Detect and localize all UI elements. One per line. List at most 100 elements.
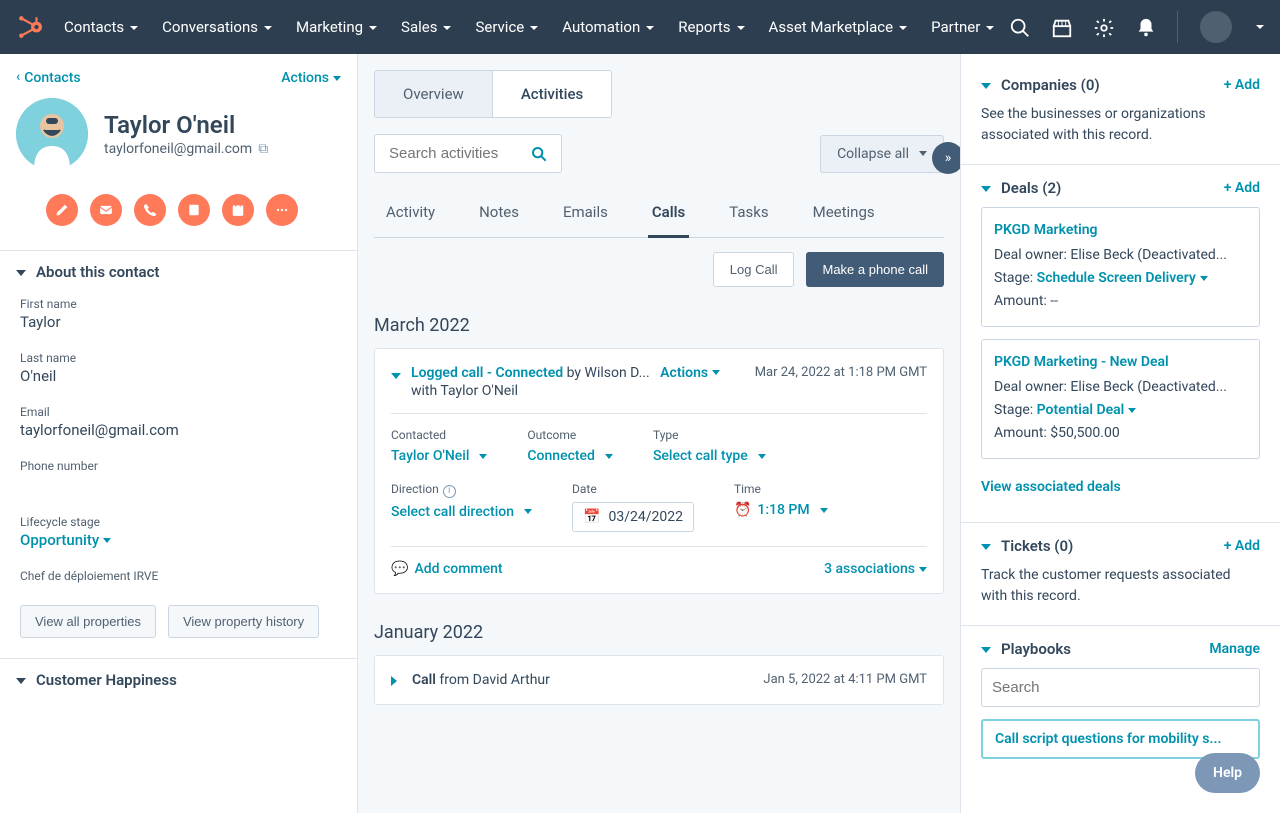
caret-down-icon <box>981 544 991 555</box>
outcome-value[interactable]: Connected <box>527 448 613 464</box>
user-avatar[interactable] <box>1200 11 1232 43</box>
nav-service[interactable]: Service <box>475 18 538 36</box>
sub-tab-activity[interactable]: Activity <box>382 193 439 237</box>
hubspot-logo-icon[interactable] <box>16 13 44 41</box>
activity-sub-tabs: Activity Notes Emails Calls Tasks Meetin… <box>374 193 944 238</box>
companies-add[interactable]: + Add <box>1224 77 1260 93</box>
search-icon[interactable] <box>1009 17 1029 37</box>
deal-card[interactable]: PKGD Marketing Deal owner: Elise Beck (D… <box>981 207 1260 327</box>
task-button[interactable] <box>222 194 254 226</box>
note-button[interactable] <box>46 194 78 226</box>
log-call-button[interactable]: Log Call <box>713 252 795 287</box>
nav-marketing[interactable]: Marketing <box>296 18 377 36</box>
phone-label: Phone number <box>20 459 337 473</box>
right-sidebar: Companies (0) + Add See the businesses o… <box>960 54 1280 813</box>
contact-avatar <box>16 98 88 170</box>
card-expand-icon[interactable] <box>391 676 402 686</box>
view-all-properties-button[interactable]: View all properties <box>20 605 156 638</box>
view-property-history-button[interactable]: View property history <box>168 605 319 638</box>
gear-icon[interactable] <box>1093 17 1113 37</box>
nav-partner[interactable]: Partner <box>931 18 994 36</box>
top-nav: Contacts Conversations Marketing Sales S… <box>0 0 1280 54</box>
direction-value[interactable]: Select call direction <box>391 504 532 520</box>
companies-header[interactable]: Companies (0) <box>981 76 1100 94</box>
caret-down-icon <box>981 83 991 94</box>
sub-tab-tasks[interactable]: Tasks <box>725 193 772 237</box>
call-card-january: Call from David Arthur Jan 5, 2022 at 4:… <box>374 655 944 705</box>
chef-label: Chef de déploiement IRVE <box>20 569 337 583</box>
tab-overview[interactable]: Overview <box>375 71 493 117</box>
sub-tab-meetings[interactable]: Meetings <box>809 193 879 237</box>
expand-handle-icon[interactable]: » <box>932 142 960 174</box>
search-input[interactable] <box>389 145 519 162</box>
sub-tab-emails[interactable]: Emails <box>559 193 612 237</box>
phone-value[interactable] <box>20 475 337 495</box>
email-value[interactable]: taylorfoneil@gmail.com <box>20 421 337 439</box>
nav-conversations[interactable]: Conversations <box>162 18 272 36</box>
email-button[interactable] <box>90 194 122 226</box>
outcome-label: Outcome <box>527 428 613 442</box>
card-subtitle: with Taylor O'Neil <box>411 383 745 399</box>
deals-add[interactable]: + Add <box>1224 180 1260 196</box>
help-button[interactable]: Help <box>1195 753 1260 793</box>
nav-automation[interactable]: Automation <box>562 18 654 36</box>
nav-reports[interactable]: Reports <box>678 18 744 36</box>
make-call-button[interactable]: Make a phone call <box>806 252 944 287</box>
card2-title: Call <box>412 672 436 688</box>
date-input[interactable]: 📅 03/24/2022 <box>572 502 694 532</box>
first-name-label: First name <box>20 297 337 311</box>
last-name-value[interactable]: O'neil <box>20 367 337 385</box>
nav-marketplace[interactable]: Asset Marketplace <box>769 18 908 36</box>
tab-activities[interactable]: Activities <box>493 71 611 117</box>
add-comment-button[interactable]: 💬 Add comment <box>391 561 503 577</box>
nav-contacts[interactable]: Contacts <box>64 18 138 36</box>
lifecycle-value[interactable]: Opportunity <box>20 531 337 549</box>
about-section-header[interactable]: About this contact <box>0 250 357 293</box>
deal-card[interactable]: PKGD Marketing - New Deal Deal owner: El… <box>981 339 1260 459</box>
call-button[interactable] <box>134 194 166 226</box>
marketplace-icon[interactable] <box>1051 17 1071 37</box>
associations-dropdown[interactable]: 3 associations <box>824 561 927 577</box>
tickets-add[interactable]: + Add <box>1224 538 1260 554</box>
playbooks-header[interactable]: Playbooks <box>981 640 1071 658</box>
caret-down-icon <box>16 678 26 689</box>
back-contacts-link[interactable]: ‹ Contacts <box>16 70 81 86</box>
card-collapse-icon[interactable] <box>391 373 401 384</box>
account-menu-caret[interactable] <box>1254 19 1264 35</box>
happiness-section-header[interactable]: Customer Happiness <box>0 658 357 701</box>
bell-icon[interactable] <box>1135 17 1155 37</box>
deal-name[interactable]: PKGD Marketing <box>994 220 1247 241</box>
calendar-icon: 📅 <box>583 509 600 525</box>
deal-stage-dropdown[interactable]: Potential Deal <box>1037 400 1137 421</box>
search-icon[interactable] <box>531 146 547 162</box>
playbooks-search-input[interactable] <box>981 668 1260 707</box>
time-value[interactable]: ⏰ 1:18 PM <box>734 502 828 518</box>
type-value[interactable]: Select call type <box>653 448 766 464</box>
caret-down-icon <box>16 270 26 281</box>
tickets-header[interactable]: Tickets (0) <box>981 537 1073 555</box>
contact-email: taylorfoneil@gmail.com ⧉ <box>104 141 268 157</box>
contact-actions-dropdown[interactable]: Actions <box>281 70 341 86</box>
first-name-value[interactable]: Taylor <box>20 313 337 331</box>
copy-email-icon[interactable]: ⧉ <box>258 141 268 157</box>
deal-name[interactable]: PKGD Marketing - New Deal <box>994 352 1247 373</box>
info-icon[interactable]: i <box>443 485 456 498</box>
sub-tab-calls[interactable]: Calls <box>648 193 689 238</box>
contacted-value[interactable]: Taylor O'Neil <box>391 448 487 464</box>
search-activities[interactable] <box>374 134 562 173</box>
deal-stage-dropdown[interactable]: Schedule Screen Delivery <box>1037 268 1208 289</box>
more-button[interactable] <box>266 194 298 226</box>
nav-sales[interactable]: Sales <box>401 18 451 36</box>
deals-header[interactable]: Deals (2) <box>981 179 1061 197</box>
collapse-all-button[interactable]: Collapse all <box>820 135 944 173</box>
view-deals-link[interactable]: View associated deals <box>981 471 1260 504</box>
sub-tab-notes[interactable]: Notes <box>475 193 523 237</box>
playbooks-manage[interactable]: Manage <box>1209 641 1260 657</box>
time-label: Time <box>734 482 828 496</box>
last-name-label: Last name <box>20 351 337 365</box>
log-button[interactable] <box>178 194 210 226</box>
direction-label: Directioni <box>391 482 532 498</box>
card-actions-dropdown[interactable]: Actions <box>660 365 720 381</box>
left-sidebar: ‹ Contacts Actions Taylor O'neil taylorf… <box>0 54 358 813</box>
contacted-label: Contacted <box>391 428 487 442</box>
